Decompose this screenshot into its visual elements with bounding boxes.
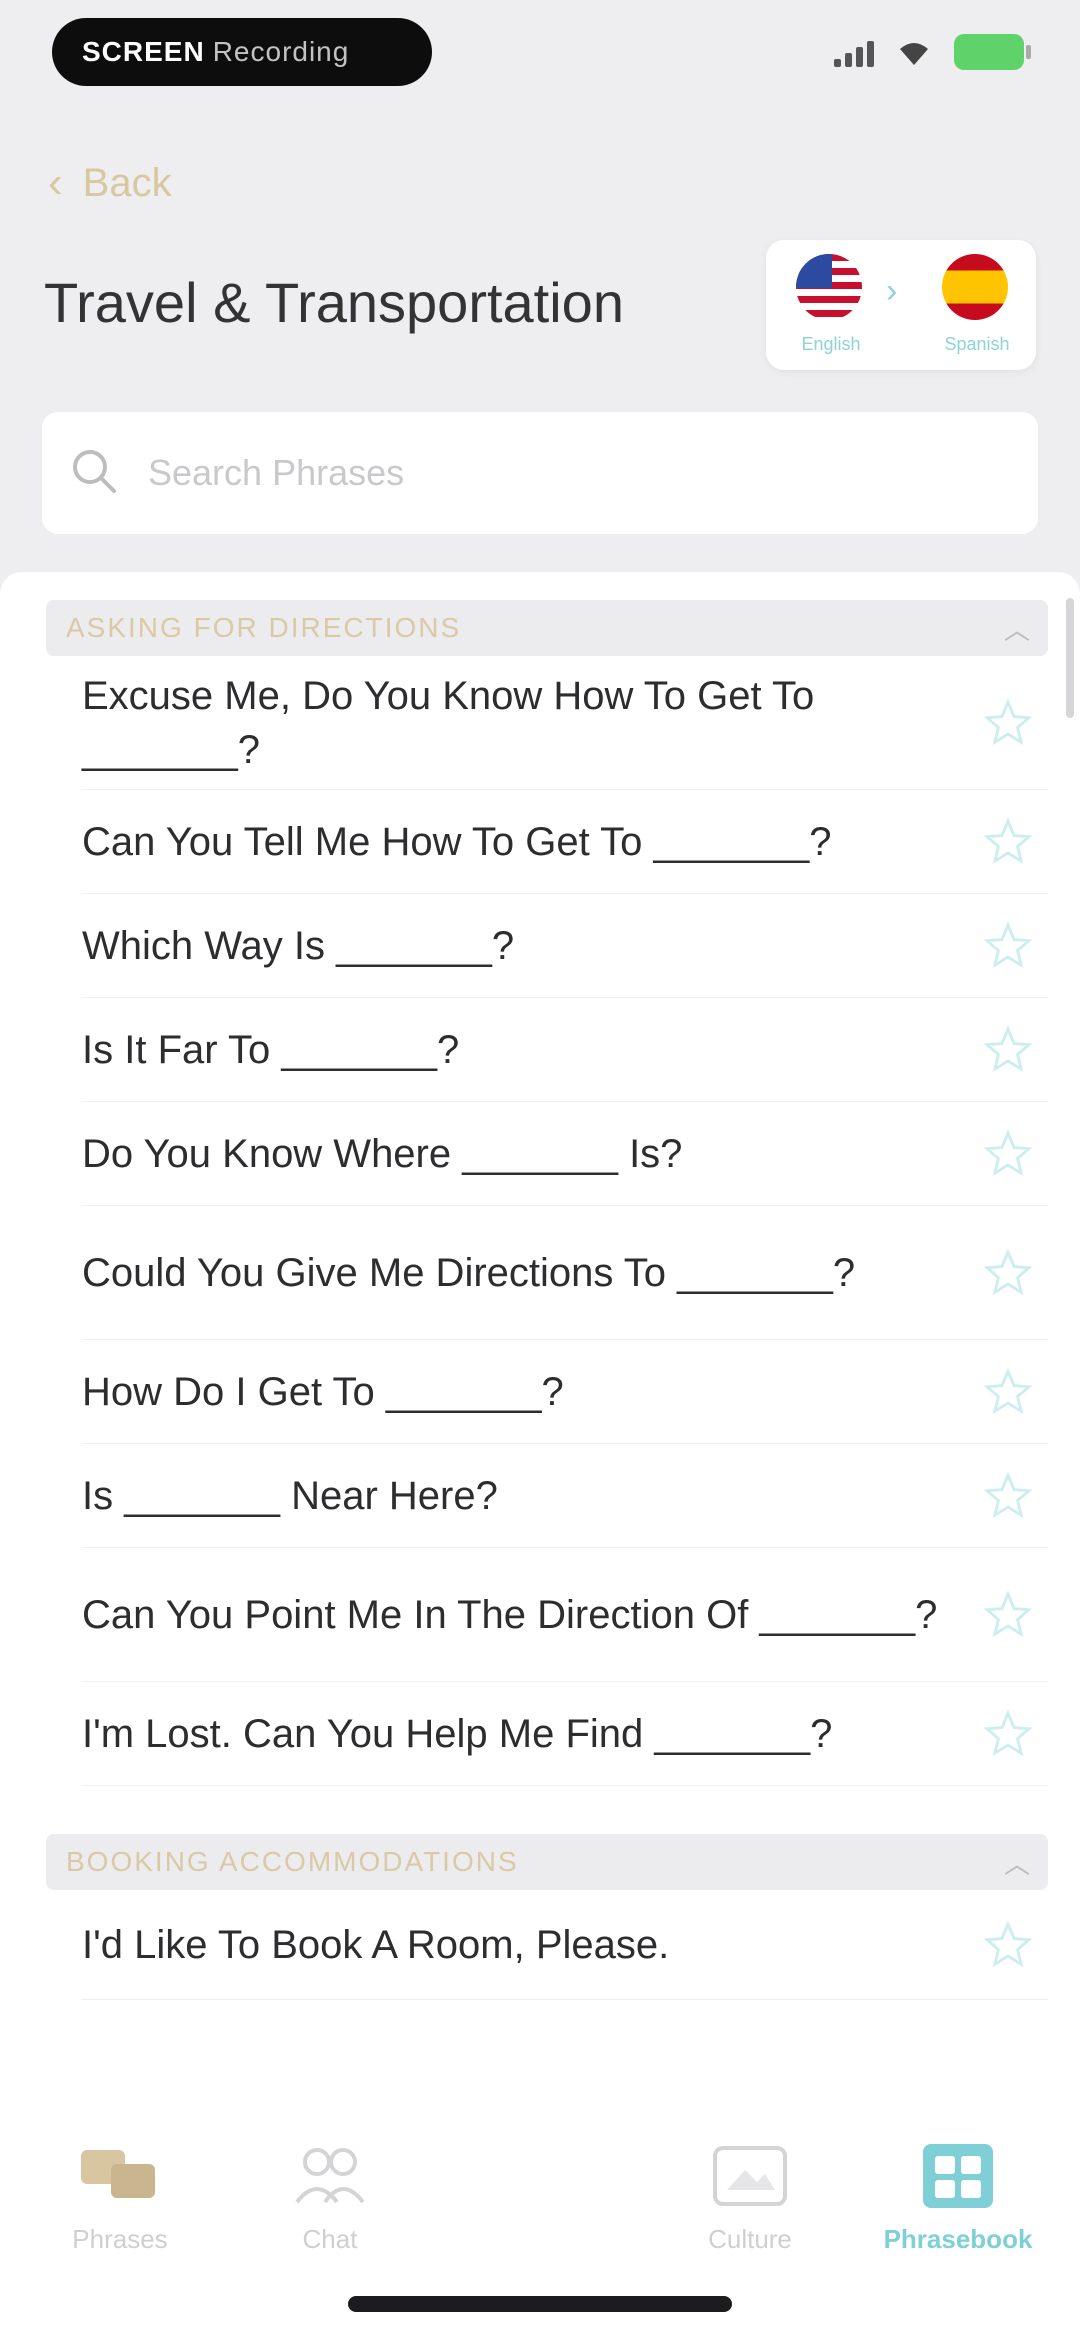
star-icon[interactable]	[978, 1704, 1038, 1764]
phrase-row[interactable]: How Do I Get To _______?	[82, 1340, 1048, 1444]
phrase-text: Is _______ Near Here?	[82, 1473, 498, 1518]
back-button[interactable]: ‹ Back	[48, 158, 172, 208]
section-title: BOOKING ACCOMMODATIONS	[66, 1846, 519, 1877]
scrollbar[interactable]	[1066, 598, 1074, 718]
chevron-up-icon: ︿	[1003, 1848, 1032, 1879]
phrase-row[interactable]: Is _______ Near Here?	[82, 1444, 1048, 1548]
tab-phrasebook[interactable]: Phrasebook	[868, 2140, 1048, 2255]
back-label: Back	[82, 160, 172, 205]
star-icon[interactable]	[978, 1243, 1038, 1303]
section-title: ASKING FOR DIRECTIONS	[66, 612, 462, 643]
home-indicator[interactable]	[348, 2296, 732, 2312]
star-icon[interactable]	[978, 1362, 1038, 1422]
tab-label: Chat	[302, 2224, 358, 2254]
phrase-text: Which Way Is _______?	[82, 923, 515, 968]
culture-icon	[660, 2140, 840, 2210]
star-icon[interactable]	[978, 1020, 1038, 1080]
phrase-text: Can You Tell Me How To Get To _______?	[82, 819, 832, 864]
chevron-right-icon: ›	[886, 272, 898, 310]
battery-icon	[954, 34, 1031, 70]
tab-label: Culture	[708, 2224, 792, 2254]
phrase-text: Do You Know Where _______ Is?	[82, 1131, 683, 1176]
phrase-text: I'm Lost. Can You Help Me Find _______?	[82, 1711, 833, 1756]
star-icon[interactable]	[978, 1466, 1038, 1526]
tab-chat[interactable]: Chat	[240, 2140, 420, 2255]
recording-label: SCREEN	[82, 36, 205, 67]
phrase-text: Can You Point Me In The Direction Of ___…	[82, 1592, 938, 1637]
chevron-left-icon: ‹	[48, 158, 63, 207]
phrase-row[interactable]: Can You Point Me In The Direction Of ___…	[82, 1548, 1048, 1682]
star-icon[interactable]	[978, 916, 1038, 976]
phrase-list[interactable]: ASKING FOR DIRECTIONS ︿ Excuse Me, Do Yo…	[0, 572, 1080, 2092]
search-bar[interactable]	[42, 412, 1038, 534]
star-icon[interactable]	[978, 1124, 1038, 1184]
wifi-icon	[896, 37, 932, 67]
source-language-label: English	[801, 334, 861, 354]
signal-icon	[834, 37, 874, 67]
us-flag-icon	[796, 254, 862, 320]
section-header-booking-accommodations[interactable]: BOOKING ACCOMMODATIONS ︿	[46, 1834, 1048, 1890]
tab-culture[interactable]: Culture	[660, 2140, 840, 2255]
phrase-text: I'd Like To Book A Room, Please.	[82, 1922, 670, 1967]
phrase-row[interactable]: Excuse Me, Do You Know How To Get To ___…	[82, 656, 1048, 790]
star-icon[interactable]	[978, 693, 1038, 753]
section-header-asking-directions[interactable]: ASKING FOR DIRECTIONS ︿	[46, 600, 1048, 656]
search-input[interactable]	[146, 451, 950, 495]
page-title: Travel & Transportation	[44, 271, 624, 334]
phrasebook-icon	[868, 2140, 1048, 2210]
phrase-text: Could You Give Me Directions To _______?	[82, 1250, 856, 1295]
phrases-icon	[30, 2140, 210, 2210]
screen-recording-pill[interactable]: SCREEN Recording	[52, 18, 432, 86]
status-icons	[834, 34, 1031, 70]
search-icon	[68, 445, 120, 502]
chevron-up-icon: ︿	[1003, 614, 1032, 645]
phrase-text: Is It Far To _______?	[82, 1027, 460, 1072]
chat-icon	[240, 2140, 420, 2210]
spain-flag-icon	[942, 254, 1008, 320]
target-language-label: Spanish	[944, 334, 1010, 354]
phrase-row[interactable]: Which Way Is _______?	[82, 894, 1048, 998]
phrase-row[interactable]: I'd Like To Book A Room, Please.	[82, 1890, 1048, 2000]
language-switcher[interactable]: › English Spanish	[766, 240, 1036, 370]
phrase-row[interactable]: Can You Tell Me How To Get To _______?	[82, 790, 1048, 894]
star-icon[interactable]	[978, 1915, 1038, 1975]
recording-sub-label: Recording	[212, 36, 350, 67]
tab-label: Phrases	[72, 2224, 168, 2254]
phrase-row[interactable]: Could You Give Me Directions To _______?	[82, 1206, 1048, 1340]
tab-phrases[interactable]: Phrases	[30, 2140, 210, 2255]
phrase-row[interactable]: I'm Lost. Can You Help Me Find _______?	[82, 1682, 1048, 1786]
star-icon[interactable]	[978, 812, 1038, 872]
tab-label: Phrasebook	[883, 2224, 1033, 2254]
star-icon[interactable]	[978, 1585, 1038, 1645]
phrase-text: How Do I Get To _______?	[82, 1369, 564, 1414]
phrase-row[interactable]: Is It Far To _______?	[82, 998, 1048, 1102]
phrase-row[interactable]: Do You Know Where _______ Is?	[82, 1102, 1048, 1206]
phrase-text: Excuse Me, Do You Know How To Get To ___…	[82, 673, 815, 772]
